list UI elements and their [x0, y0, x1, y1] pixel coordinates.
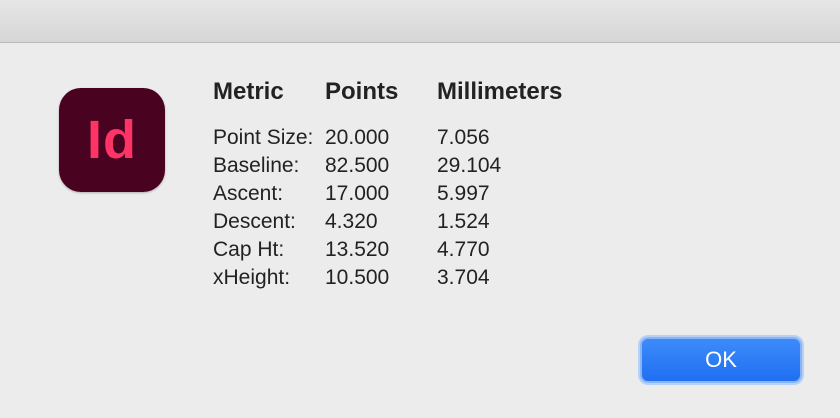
ok-button[interactable]: OK: [640, 337, 802, 383]
millimeters-value: 4.770: [437, 238, 490, 261]
points-value: 10.500: [325, 266, 390, 289]
points-value: 4.320: [325, 210, 378, 233]
indesign-app-icon: Id: [59, 88, 165, 192]
header-metric: Metric: [213, 78, 284, 105]
millimeters-value: 7.056: [437, 126, 490, 149]
points-value: 17.000: [325, 182, 390, 205]
metric-label: Baseline:: [213, 154, 300, 177]
millimeters-value: 3.704: [437, 266, 490, 289]
dialog-window: Id Metric Points Millimeters Point Size:…: [0, 0, 840, 418]
app-icon-label: Id: [87, 110, 137, 170]
points-value: 82.500: [325, 154, 390, 177]
metric-label: Cap Ht:: [213, 238, 285, 261]
millimeters-value: 1.524: [437, 210, 490, 233]
metric-label: Ascent:: [213, 182, 284, 205]
millimeters-value: 5.997: [437, 182, 490, 205]
points-value: 20.000: [325, 126, 390, 149]
points-value: 13.520: [325, 238, 390, 261]
title-bar[interactable]: [0, 0, 840, 43]
header-points: Points: [325, 78, 399, 105]
metric-label: Point Size:: [213, 126, 314, 149]
millimeters-value: 29.104: [437, 154, 502, 177]
metric-label: xHeight:: [213, 266, 291, 289]
header-millimeters: Millimeters: [437, 78, 563, 105]
metric-label: Descent:: [213, 210, 296, 233]
